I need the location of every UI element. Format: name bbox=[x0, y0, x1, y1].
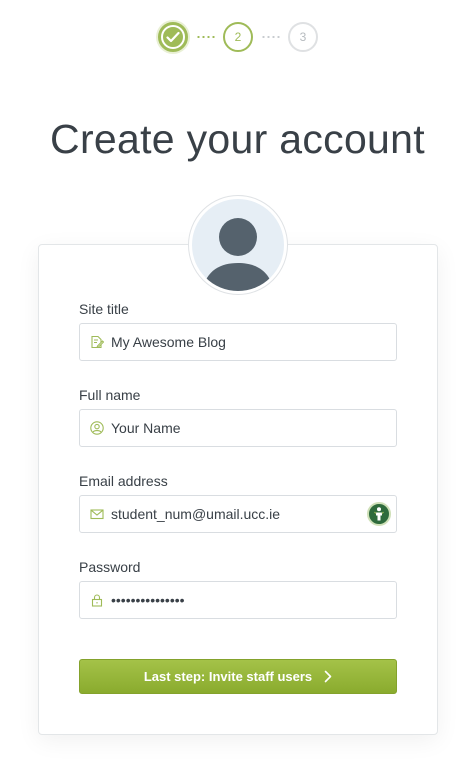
password-value: ••••••••••••••• bbox=[111, 592, 185, 608]
mail-icon bbox=[90, 507, 104, 521]
site-title-input[interactable]: My Awesome Blog bbox=[79, 323, 397, 361]
edit-icon bbox=[90, 335, 104, 349]
step-2-current: 2 bbox=[223, 22, 253, 52]
step-1-complete bbox=[158, 22, 188, 52]
password-label: Password bbox=[79, 559, 141, 575]
check-icon bbox=[161, 25, 185, 49]
step-connector bbox=[196, 36, 216, 38]
full-name-input[interactable]: Your Name bbox=[79, 409, 397, 447]
user-icon bbox=[90, 421, 104, 435]
page-title: Create your account bbox=[50, 116, 425, 162]
user-avatar-icon bbox=[192, 199, 284, 291]
full-name-label: Full name bbox=[79, 387, 141, 403]
full-name-value: Your Name bbox=[111, 420, 181, 436]
site-title-label: Site title bbox=[79, 301, 129, 317]
step-3-pending: 3 bbox=[288, 22, 318, 52]
chevron-right-icon bbox=[324, 670, 332, 683]
setup-steps: 2 3 bbox=[0, 22, 475, 54]
site-title-value: My Awesome Blog bbox=[111, 334, 226, 350]
lock-icon bbox=[90, 593, 104, 607]
invite-staff-button[interactable]: Last step: Invite staff users bbox=[79, 659, 397, 694]
step-connector bbox=[261, 36, 281, 38]
email-value: student_num@umail.ucc.ie bbox=[111, 506, 281, 522]
avatar-upload[interactable] bbox=[188, 195, 288, 295]
extension-badge-icon[interactable] bbox=[367, 502, 391, 526]
email-input[interactable]: student_num@umail.ucc.ie bbox=[79, 495, 397, 533]
invite-staff-button-label: Last step: Invite staff users bbox=[143, 669, 313, 684]
email-label: Email address bbox=[79, 473, 168, 489]
password-input[interactable]: ••••••••••••••• bbox=[79, 581, 397, 619]
